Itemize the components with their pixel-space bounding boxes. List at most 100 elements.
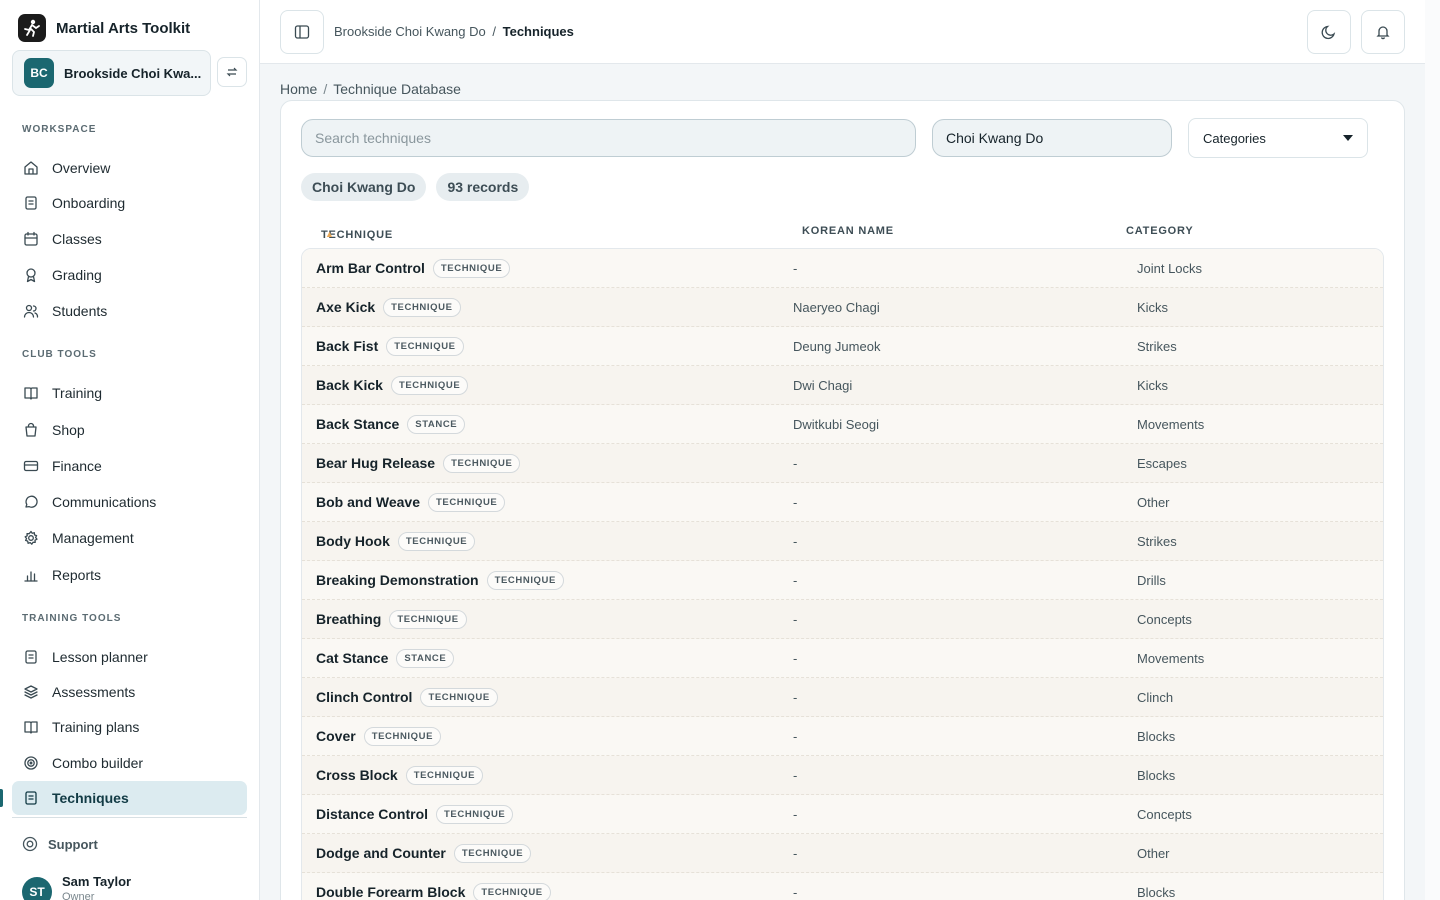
sidebar-item-lesson-planner[interactable]: Lesson planner bbox=[12, 640, 247, 674]
technique-name[interactable]: Cover bbox=[316, 728, 356, 744]
technique-name[interactable]: Clinch Control bbox=[316, 689, 412, 705]
category-cell: Kicks bbox=[1137, 378, 1169, 393]
sidebar-item-management[interactable]: Management bbox=[12, 521, 247, 555]
korean-name-cell: Deung Jumeok bbox=[793, 339, 881, 354]
table-row[interactable]: Arm Bar Control TECHNIQUE - Joint Locks bbox=[302, 249, 1383, 288]
categories-dropdown[interactable]: Categories bbox=[1188, 118, 1368, 158]
sidebar-item-label: Grading bbox=[52, 267, 102, 283]
style-chip[interactable]: Choi Kwang Do bbox=[301, 173, 427, 201]
user-profile[interactable]: ST Sam Taylor Owner bbox=[22, 874, 131, 900]
shopping-bag-icon bbox=[22, 421, 40, 439]
technique-name[interactable]: Double Forearm Block bbox=[316, 884, 465, 900]
table-row[interactable]: Axe Kick TECHNIQUE Naeryeo Chagi Kicks bbox=[302, 288, 1383, 327]
technique-cell: Back Kick TECHNIQUE bbox=[316, 366, 469, 404]
sidebar-item-reports[interactable]: Reports bbox=[12, 558, 247, 592]
technique-name[interactable]: Cat Stance bbox=[316, 650, 388, 666]
technique-name[interactable]: Bob and Weave bbox=[316, 494, 420, 510]
technique-name[interactable]: Distance Control bbox=[316, 806, 428, 822]
table-row[interactable]: Clinch Control TECHNIQUE - Clinch bbox=[302, 678, 1383, 717]
switch-club-button[interactable] bbox=[217, 57, 247, 87]
technique-cell: Clinch Control TECHNIQUE bbox=[316, 678, 498, 716]
users-icon bbox=[22, 302, 40, 320]
top-breadcrumb-separator: / bbox=[492, 24, 496, 39]
table-row[interactable]: Distance Control TECHNIQUE - Concepts bbox=[302, 795, 1383, 834]
table-row[interactable]: Back Stance STANCE Dwitkubi Seogi Movements bbox=[302, 405, 1383, 444]
sidebar-item-communications[interactable]: Communications bbox=[12, 485, 247, 519]
table-row[interactable]: Dodge and Counter TECHNIQUE - Other bbox=[302, 834, 1383, 873]
korean-name-cell: - bbox=[793, 846, 798, 861]
type-badge: TECHNIQUE bbox=[397, 531, 476, 551]
search-input[interactable] bbox=[301, 119, 916, 157]
category-cell: Concepts bbox=[1137, 612, 1192, 627]
column-header-korean-name[interactable]: KOREAN NAME bbox=[802, 225, 894, 237]
korean-name-cell: - bbox=[793, 768, 798, 783]
support-link[interactable]: Support bbox=[22, 836, 98, 852]
table-row[interactable]: Bear Hug Release TECHNIQUE - Escapes bbox=[302, 444, 1383, 483]
sidebar-item-techniques[interactable]: Techniques bbox=[12, 781, 247, 815]
sidebar-item-classes[interactable]: Classes bbox=[12, 222, 247, 256]
technique-name[interactable]: Back Stance bbox=[316, 416, 399, 432]
technique-name[interactable]: Dodge and Counter bbox=[316, 845, 446, 861]
technique-name[interactable]: Back Fist bbox=[316, 338, 378, 354]
technique-name[interactable]: Bear Hug Release bbox=[316, 455, 435, 471]
toggle-sidebar-button[interactable] bbox=[280, 10, 324, 54]
technique-name[interactable]: Breaking Demonstration bbox=[316, 572, 479, 588]
korean-name-cell: - bbox=[793, 612, 798, 627]
table-row[interactable]: Bob and Weave TECHNIQUE - Other bbox=[302, 483, 1383, 522]
korean-name-cell: - bbox=[793, 885, 798, 900]
style-filter[interactable]: Choi Kwang Do bbox=[932, 119, 1172, 157]
technique-name[interactable]: Axe Kick bbox=[316, 299, 375, 315]
sidebar-item-label: Management bbox=[52, 530, 134, 546]
korean-name-cell: - bbox=[793, 807, 798, 822]
sidebar-item-training-plans[interactable]: Training plans bbox=[12, 710, 247, 744]
swap-arrows-icon bbox=[226, 67, 238, 77]
notifications-button[interactable] bbox=[1361, 10, 1405, 54]
breadcrumb-home[interactable]: Home bbox=[280, 81, 317, 97]
technique-cell: Double Forearm Block TECHNIQUE bbox=[316, 873, 551, 900]
type-badge: TECHNIQUE bbox=[436, 804, 514, 824]
sidebar-item-grading[interactable]: Grading bbox=[12, 258, 247, 292]
table-row[interactable]: Double Forearm Block TECHNIQUE - Blocks bbox=[302, 873, 1383, 900]
category-cell: Blocks bbox=[1137, 729, 1176, 744]
table-row[interactable]: Body Hook TECHNIQUE - Strikes bbox=[302, 522, 1383, 561]
sidebar-item-onboarding[interactable]: Onboarding bbox=[12, 186, 247, 220]
sidebar-item-training[interactable]: Training bbox=[12, 376, 247, 410]
table-row[interactable]: Cat Stance STANCE - Movements bbox=[302, 639, 1383, 678]
clipboard-icon bbox=[22, 789, 40, 807]
technique-database-panel: Choi Kwang Do Categories Choi Kwang Do 9… bbox=[280, 100, 1405, 900]
theme-toggle-button[interactable] bbox=[1307, 10, 1351, 54]
brand[interactable]: Martial Arts Toolkit bbox=[18, 14, 190, 42]
type-badge: TECHNIQUE bbox=[432, 258, 511, 278]
sidebar-item-overview[interactable]: Overview bbox=[12, 151, 247, 185]
target-icon bbox=[22, 754, 40, 772]
table-row[interactable]: Cover TECHNIQUE - Blocks bbox=[302, 717, 1383, 756]
clipboard-icon bbox=[22, 194, 40, 212]
sidebar-item-combo-builder[interactable]: Combo builder bbox=[12, 746, 247, 780]
sidebar-item-assessments[interactable]: Assessments bbox=[12, 675, 247, 709]
type-badge: TECHNIQUE bbox=[405, 765, 484, 785]
table-row[interactable]: Back Fist TECHNIQUE Deung Jumeok Strikes bbox=[302, 327, 1383, 366]
table-row[interactable]: Back Kick TECHNIQUE Dwi Chagi Kicks bbox=[302, 366, 1383, 405]
type-badge: TECHNIQUE bbox=[390, 375, 469, 395]
sort-ascending-icon: ▲ bbox=[325, 229, 335, 239]
table-row[interactable]: Breathing TECHNIQUE - Concepts bbox=[302, 600, 1383, 639]
technique-name[interactable]: Cross Block bbox=[316, 767, 398, 783]
technique-name[interactable]: Arm Bar Control bbox=[316, 260, 425, 276]
table-row[interactable]: Breaking Demonstration TECHNIQUE - Drills bbox=[302, 561, 1383, 600]
top-breadcrumb-parent[interactable]: Brookside Choi Kwang Do bbox=[334, 24, 486, 39]
table-header: TECHNIQUE ▲ KOREAN NAME CATEGORY bbox=[301, 221, 1384, 249]
technique-name[interactable]: Body Hook bbox=[316, 533, 390, 549]
scrollbar-gutter[interactable] bbox=[1425, 0, 1440, 900]
sidebar-item-students[interactable]: Students bbox=[12, 294, 247, 328]
technique-cell: Axe Kick TECHNIQUE bbox=[316, 288, 461, 326]
sidebar-item-finance[interactable]: Finance bbox=[12, 449, 247, 483]
category-cell: Other bbox=[1137, 846, 1170, 861]
table-row[interactable]: Cross Block TECHNIQUE - Blocks bbox=[302, 756, 1383, 795]
club-selector[interactable]: BC Brookside Choi Kwa... bbox=[12, 50, 211, 96]
technique-name[interactable]: Breathing bbox=[316, 611, 381, 627]
column-header-category[interactable]: CATEGORY bbox=[1126, 225, 1194, 237]
technique-name[interactable]: Back Kick bbox=[316, 377, 383, 393]
sidebar-item-shop[interactable]: Shop bbox=[12, 413, 247, 447]
type-badge: TECHNIQUE bbox=[383, 297, 461, 317]
techniques-table: Arm Bar Control TECHNIQUE - Joint Locks Axe … bbox=[301, 248, 1384, 900]
